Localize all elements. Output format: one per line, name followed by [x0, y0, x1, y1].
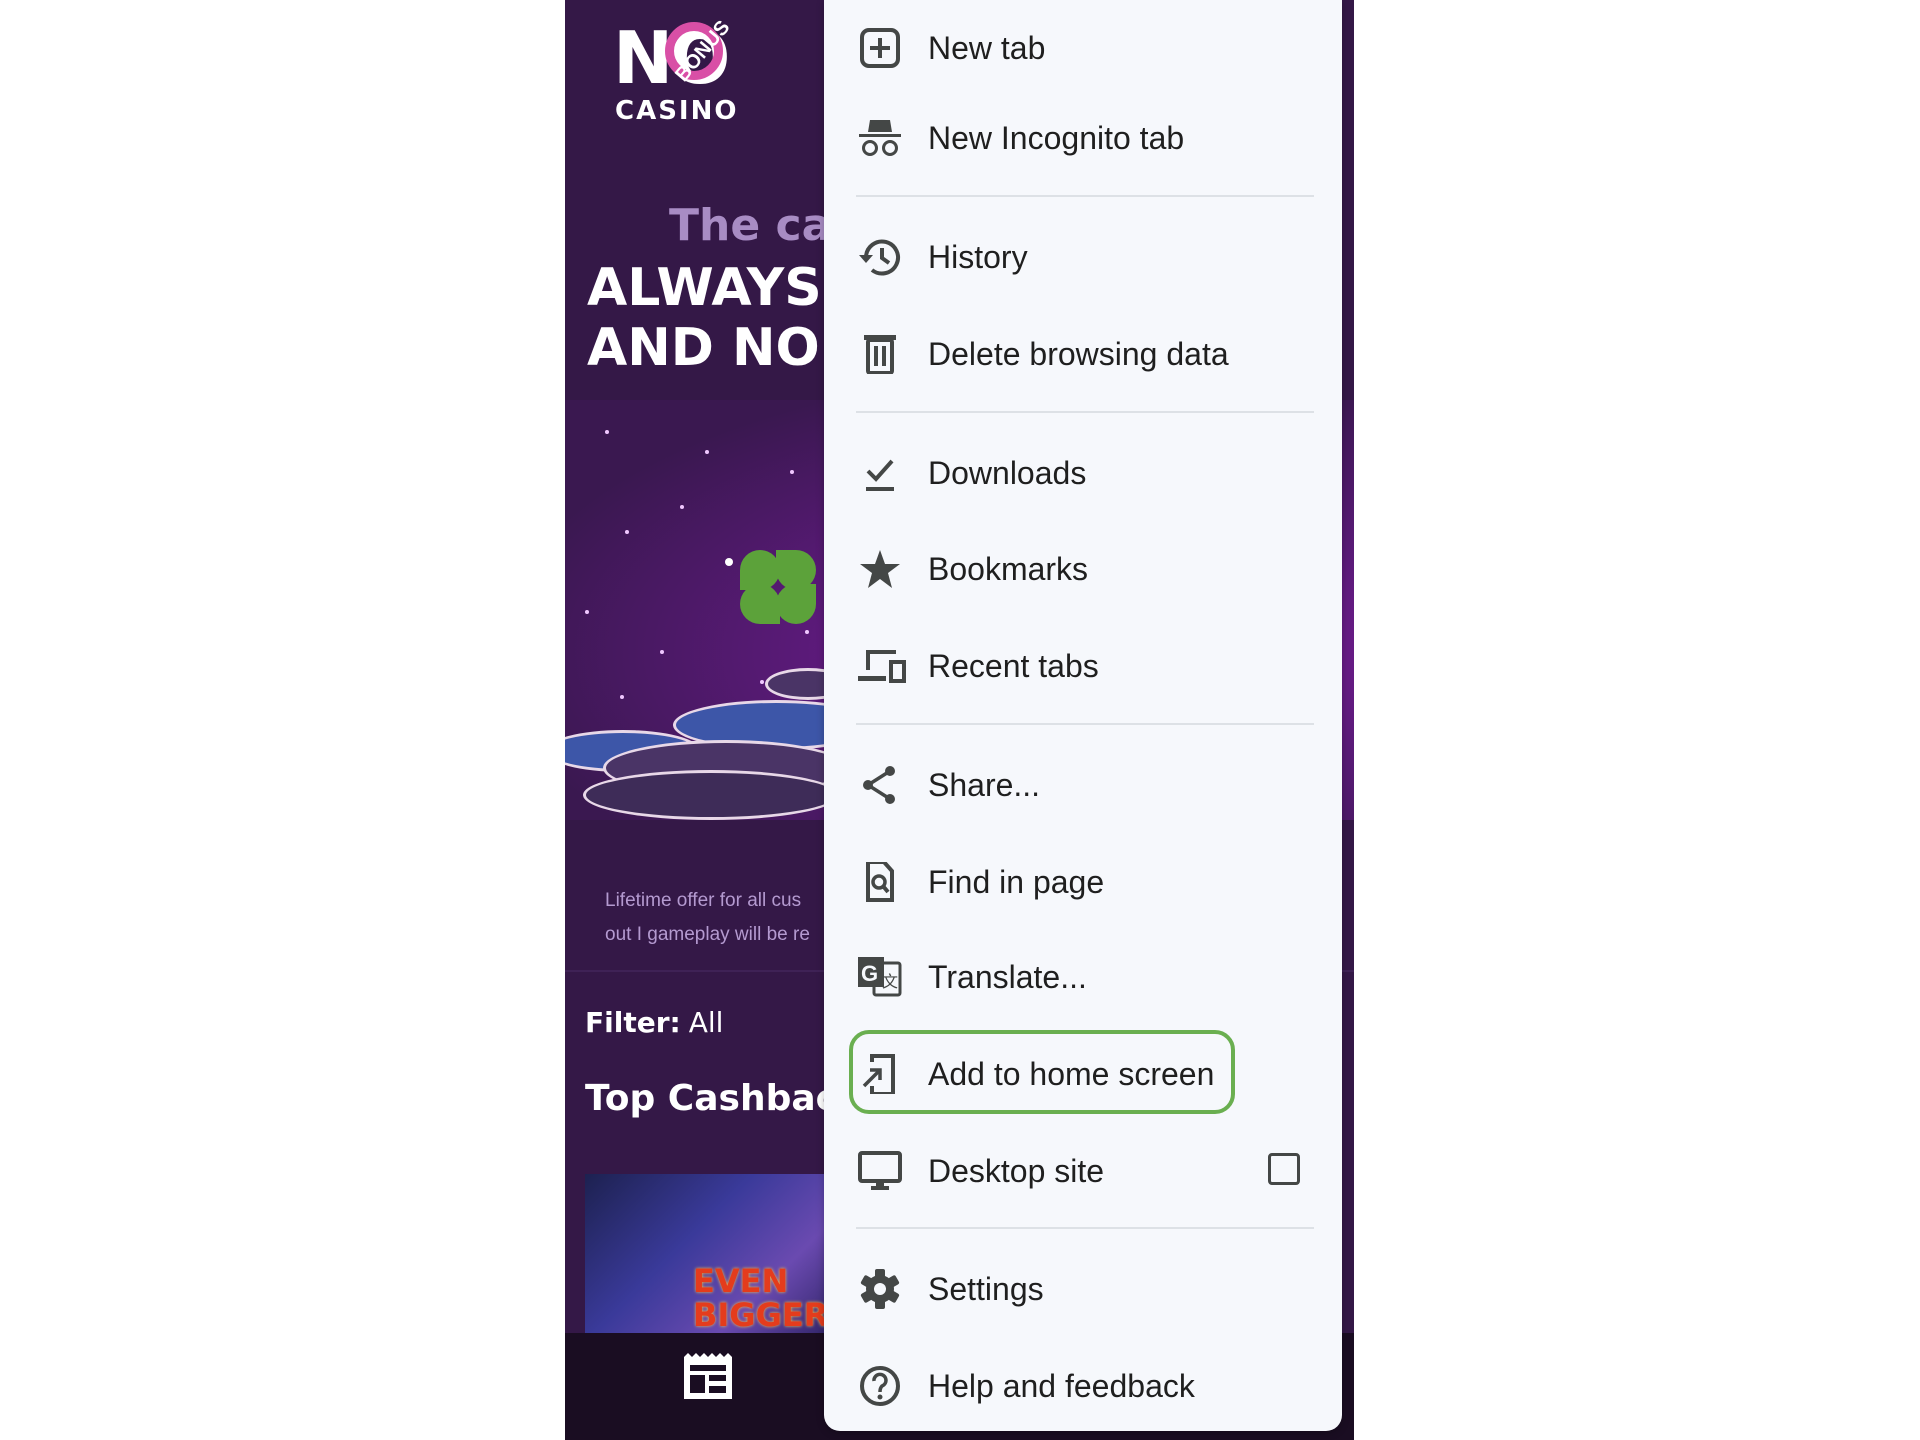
menu-item-label: Desktop site [928, 1153, 1105, 1189]
share-icon [858, 765, 902, 805]
star-icon [858, 549, 902, 589]
desktop-icon [858, 1151, 902, 1191]
find-in-page-icon [858, 862, 902, 902]
clover-image [740, 550, 820, 630]
filter-control[interactable]: Filter: All [585, 1006, 723, 1039]
game-title-art: EVEN BIGGER [693, 1264, 828, 1332]
game-thumbnail[interactable]: EVEN BIGGER [585, 1174, 845, 1334]
menu-item-delete-browsing-data[interactable]: Delete browsing data [824, 306, 1342, 402]
filter-label: Filter: [585, 1006, 681, 1039]
menu-item-label: Translate... [928, 959, 1087, 995]
menu-item-downloads[interactable]: Downloads [824, 425, 1342, 521]
menu-item-find-in-page[interactable]: Find in page [824, 834, 1342, 930]
menu-separator [856, 195, 1314, 197]
incognito-icon [858, 118, 902, 158]
menu-item-recent-tabs[interactable]: Recent tabs [824, 618, 1342, 714]
menu-item-history[interactable]: History [824, 209, 1342, 305]
menu-item-desktop-site[interactable]: Desktop site [824, 1123, 1342, 1219]
menu-item-label: New tab [928, 30, 1046, 66]
game-title-line2: BIGGER [693, 1296, 829, 1334]
offer-text: Lifetime offer for all cus out I gamepla… [605, 884, 810, 952]
gear-icon [858, 1269, 902, 1309]
menu-item-add-to-home-screen[interactable]: Add to home screen [824, 1026, 1342, 1122]
menu-item-label: Bookmarks [928, 551, 1089, 587]
menu-item-label: Find in page [928, 864, 1105, 900]
menu-item-label: Recent tabs [928, 648, 1099, 684]
downloads-icon [858, 453, 902, 493]
svg-text:G: G [861, 961, 878, 986]
trash-icon [858, 334, 902, 374]
menu-item-new-tab[interactable]: New tab [824, 0, 1342, 96]
history-icon [858, 237, 902, 277]
poker-chip [583, 770, 839, 820]
browser-overflow-menu: New tab New Incognito tab History Delete… [824, 0, 1342, 1431]
menu-separator [856, 723, 1314, 725]
menu-separator [856, 1227, 1314, 1229]
menu-item-help-and-feedback[interactable]: Help and feedback [824, 1338, 1342, 1434]
help-icon [858, 1366, 902, 1406]
new-tab-icon [858, 28, 902, 68]
menu-item-translate[interactable]: G文 Translate... [824, 929, 1342, 1025]
menu-separator [856, 411, 1314, 413]
menu-item-label: History [928, 239, 1028, 275]
site-logo[interactable]: NO BONUS CASINO [613, 16, 743, 128]
menu-item-label: New Incognito tab [928, 120, 1185, 156]
offer-line-1: Lifetime offer for all cus [605, 890, 802, 911]
game-title-line1: EVEN [693, 1262, 789, 1300]
translate-icon: G文 [858, 957, 902, 997]
menu-item-label: Help and feedback [928, 1368, 1195, 1404]
news-icon[interactable] [682, 1353, 734, 1401]
menu-item-label: Add to home screen [928, 1056, 1215, 1092]
menu-item-bookmarks[interactable]: Bookmarks [824, 521, 1342, 617]
devices-icon [858, 646, 906, 686]
menu-item-share[interactable]: Share... [824, 737, 1342, 833]
filter-value: All [688, 1006, 724, 1039]
menu-item-new-incognito-tab[interactable]: New Incognito tab [824, 90, 1342, 186]
menu-item-label: Share... [928, 767, 1041, 803]
menu-item-label: Settings [928, 1271, 1044, 1307]
desktop-site-checkbox[interactable] [1268, 1153, 1300, 1185]
menu-item-label: Downloads [928, 455, 1087, 491]
section-title: Top Cashback [585, 1078, 861, 1119]
add-to-home-screen-icon [858, 1054, 902, 1094]
menu-item-label: Delete browsing data [928, 336, 1229, 372]
menu-item-settings[interactable]: Settings [824, 1241, 1342, 1337]
logo-casino: CASINO [615, 96, 739, 126]
offer-line-2: out I gameplay will be re [605, 924, 810, 945]
svg-text:文: 文 [882, 973, 898, 991]
